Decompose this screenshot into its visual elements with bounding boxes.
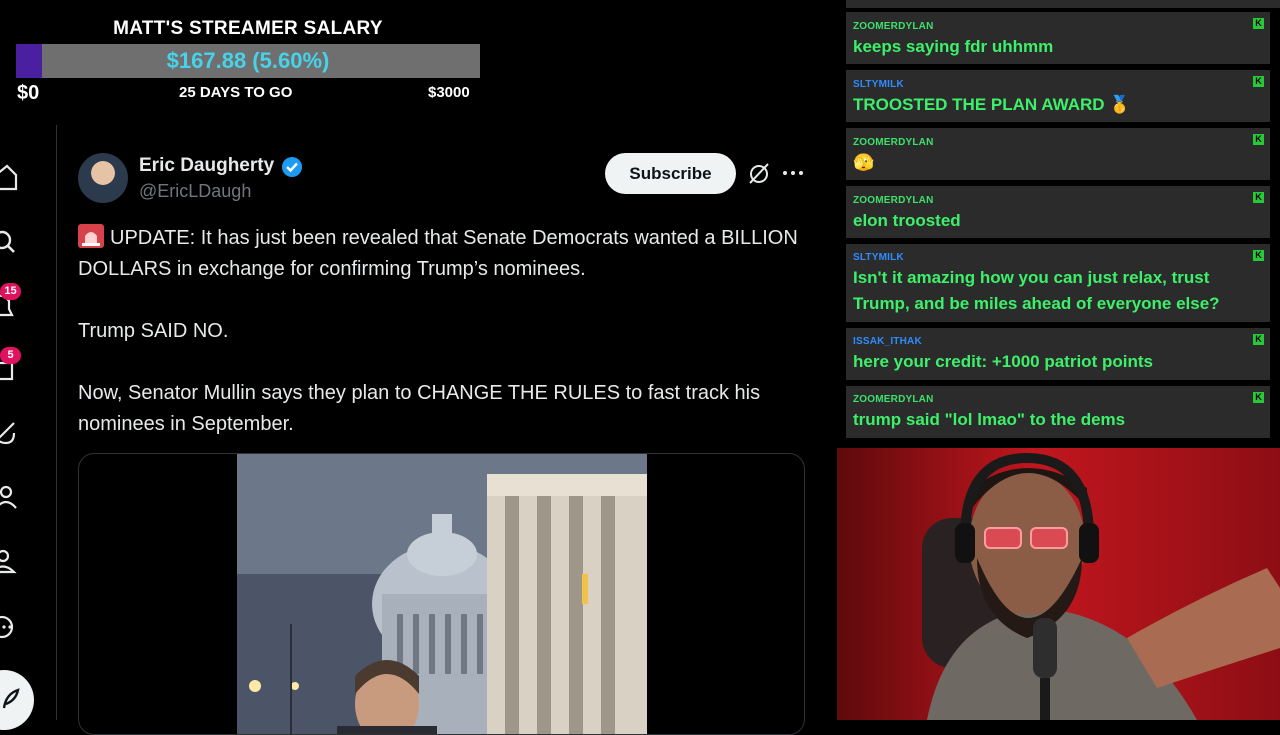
- mod-badge: K: [1253, 392, 1264, 403]
- salary-amount: $167.88 (5.60%): [166, 48, 330, 73]
- feather-icon: [2, 688, 20, 709]
- compose-post-button[interactable]: [0, 670, 34, 730]
- sidebar-nav: 15 5: [0, 125, 57, 730]
- chat-message: SLTYMILK Isn't it amazing how you can ju…: [846, 244, 1270, 322]
- mod-badge: K: [1253, 334, 1264, 345]
- siren-icon: [78, 224, 104, 248]
- salary-title: MATT'S STREAMER SALARY: [113, 18, 383, 39]
- salary-max: $3000: [428, 84, 470, 101]
- chat-username[interactable]: ZOOMERDYLAN: [853, 137, 934, 148]
- tweet-paragraph-1: UPDATE: It has just been revealed that S…: [78, 227, 798, 280]
- salary-days-left: 25 DAYS TO GO: [179, 84, 293, 101]
- chat-username[interactable]: SLTYMILK: [853, 252, 904, 263]
- communities-icon[interactable]: [0, 483, 24, 511]
- chat-username[interactable]: ZOOMERDYLAN: [853, 21, 934, 32]
- tweet-media[interactable]: [78, 453, 805, 735]
- mod-badge: K: [1253, 18, 1264, 29]
- tweet-text: UPDATE: It has just been revealed that S…: [78, 223, 798, 471]
- capitol-building-image: [237, 454, 647, 734]
- tweet-paragraph-3: Now, Senator Mullin says they plan to CH…: [78, 382, 761, 435]
- chat-message-text: Isn't it amazing how you can just relax,…: [853, 268, 1220, 313]
- chat-message-text: here your credit: +1000 patriot points: [853, 352, 1153, 371]
- tweet-paragraph: UPDATE: It has just been revealed that S…: [78, 223, 798, 285]
- notification-badge: 15: [0, 283, 21, 300]
- chat-message: SLTYMILK TROOSTED THE PLAN AWARD 🥇 K: [846, 70, 1270, 122]
- salary-overlay: MATT'S STREAMER SALARY $167.88 (5.60%) $…: [0, 0, 500, 110]
- mod-badge: K: [1253, 192, 1264, 203]
- home-icon[interactable]: [0, 163, 24, 191]
- capitol-photo[interactable]: [237, 454, 647, 734]
- author-handle[interactable]: @EricLDaugh: [139, 181, 251, 202]
- salary-progress-bar: $167.88 (5.60%): [16, 44, 480, 78]
- message-badge: 5: [0, 347, 21, 364]
- chat-message-text: 🫣: [853, 153, 875, 172]
- verified-badge-icon: [282, 157, 302, 177]
- streamer-image: [837, 448, 1280, 720]
- grok-icon[interactable]: [748, 161, 770, 185]
- chat-username[interactable]: ISSAK_ITHAK: [853, 336, 922, 347]
- chat-username[interactable]: ZOOMERDYLAN: [853, 195, 934, 206]
- chat-message: ZOOMERDYLAN trump said "lol lmao" to the…: [846, 386, 1270, 438]
- subscribe-button[interactable]: Subscribe: [605, 153, 736, 194]
- chat-message: ZOOMERDYLAN keeps saying fdr uhhmm K: [846, 12, 1270, 64]
- grok-icon[interactable]: [0, 419, 24, 447]
- chat-message: ZOOMERDYLAN 🫣 K: [846, 128, 1270, 180]
- salary-min: $0: [17, 82, 40, 104]
- chat-username[interactable]: SLTYMILK: [853, 79, 904, 90]
- more-icon[interactable]: [781, 161, 805, 185]
- chat-message: ISSAK_ITHAK here your credit: +1000 patr…: [846, 328, 1270, 380]
- tweet: Eric Daugherty @EricLDaugh Subscribe UPD…: [57, 125, 827, 735]
- mod-badge: K: [1253, 250, 1264, 261]
- more-options-icon[interactable]: [0, 611, 24, 639]
- avatar[interactable]: [78, 153, 128, 203]
- author-name[interactable]: Eric Daugherty: [139, 155, 274, 177]
- chat-message-text: TROOSTED THE PLAN AWARD 🥇: [853, 95, 1131, 114]
- profile-icon[interactable]: [0, 547, 24, 575]
- chat-message-text: elon troosted: [853, 211, 961, 230]
- chat-message-text: trump said "lol lmao" to the dems: [853, 410, 1126, 429]
- mod-badge: K: [1253, 76, 1264, 87]
- chat-panel: ZOOMERDYLAN keeps saying fdr uhhmm K SLT…: [838, 0, 1280, 445]
- chat-message: ZOOMERDYLAN elon troosted K: [846, 186, 1270, 238]
- mod-badge: K: [1253, 134, 1264, 145]
- chat-previous-message: [846, 0, 1280, 8]
- search-icon[interactable]: [0, 227, 24, 255]
- webcam-feed: [837, 448, 1280, 720]
- tweet-paragraph-2: Trump SAID NO.: [78, 320, 229, 342]
- chat-username[interactable]: ZOOMERDYLAN: [853, 394, 934, 405]
- chat-message-text: keeps saying fdr uhhmm: [853, 37, 1054, 56]
